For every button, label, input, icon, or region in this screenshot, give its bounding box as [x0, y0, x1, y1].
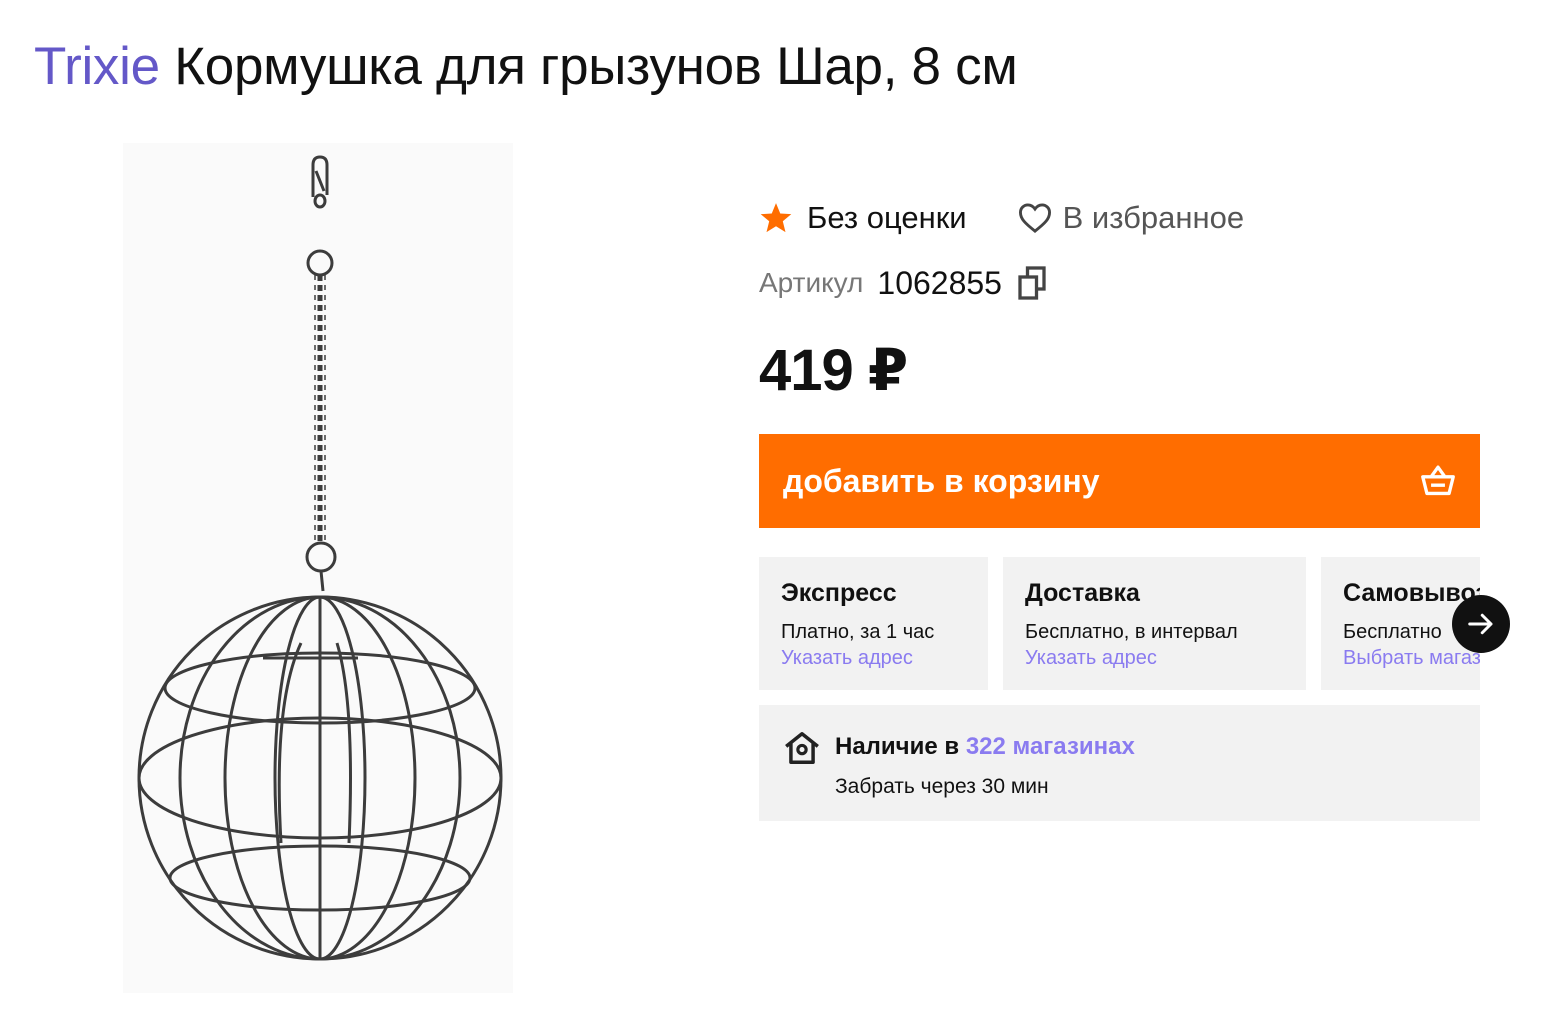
favorites-label: В избранное — [1062, 200, 1245, 235]
stock-stores-link[interactable]: 322 магазинах — [966, 733, 1135, 760]
basket-icon — [1421, 465, 1455, 496]
rating-row: Без оценки В избранное — [759, 193, 1244, 243]
stock-line: Наличие в 322 магазинах — [835, 733, 1135, 761]
delivery-title: Доставка — [1025, 579, 1140, 607]
brand-link[interactable]: Trixie — [34, 37, 160, 96]
star-icon — [760, 203, 792, 233]
sku-row: Артикул 1062855 — [759, 260, 1048, 306]
add-to-cart-label: добавить в корзину — [783, 462, 1100, 499]
heart-icon — [1018, 203, 1051, 233]
rating-text[interactable]: Без оценки — [807, 200, 967, 236]
store-icon — [785, 732, 819, 764]
delivery-subtitle: Бесплатно, в интервал — [1025, 621, 1238, 643]
delivery-link[interactable]: Указать адрес — [781, 647, 966, 670]
copy-icon[interactable] — [1016, 265, 1048, 301]
stock-availability: Наличие в 322 магазинах Забрать через 30… — [759, 705, 1480, 821]
price: 419 ₽ — [759, 338, 908, 403]
page-title: Trixie Кормушка для грызунов Шар, 8 см — [34, 32, 1018, 102]
stock-pickup-time: Забрать через 30 мин — [835, 775, 1049, 798]
add-to-cart-button[interactable]: добавить в корзину — [759, 434, 1480, 528]
arrow-right-icon — [1468, 613, 1493, 635]
delivery-next-button[interactable] — [1452, 595, 1510, 653]
hanging-ball-feeder-image — [137, 155, 503, 961]
product-image[interactable] — [123, 143, 513, 993]
product-name: Кормушка для грызунов Шар, 8 см — [174, 37, 1018, 96]
delivery-link[interactable]: Выбрать магазин — [1343, 647, 1480, 670]
delivery-link[interactable]: Указать адрес — [1025, 647, 1284, 670]
delivery-card-express[interactable]: Экспресс Платно, за 1 час Указать адрес — [759, 557, 988, 690]
sku-label: Артикул — [759, 267, 864, 298]
delivery-card-courier[interactable]: Доставка Бесплатно, в интервал Указать а… — [1003, 557, 1306, 690]
stock-prefix: Наличие в — [835, 733, 960, 760]
delivery-subtitle: Платно, за 1 час — [781, 621, 935, 643]
favorites-button[interactable]: В избранное — [1017, 200, 1244, 236]
sku-value: 1062855 — [877, 264, 1002, 301]
delivery-options: Экспресс Платно, за 1 час Указать адрес … — [759, 557, 1480, 690]
delivery-title: Экспресс — [781, 579, 897, 607]
